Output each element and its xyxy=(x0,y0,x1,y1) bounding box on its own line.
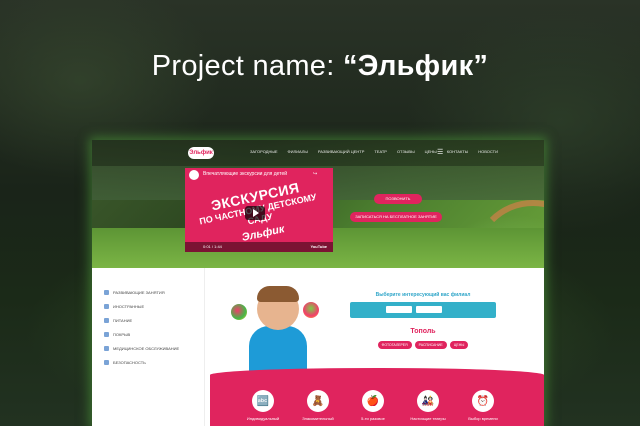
nav-item-zagorodnye[interactable]: ЗАГОРОДНЫЕ xyxy=(250,149,278,154)
sidebar-item-label: РАЗВИВАЮЩИЕ ЗАНЯТИЯ xyxy=(113,290,165,295)
apple-icon: 🍎 xyxy=(362,390,384,412)
sidebar-item-icon xyxy=(104,332,109,337)
menu-icon[interactable]: ☰ xyxy=(437,148,443,156)
nav-item-ceny[interactable]: ЦЕНЫ xyxy=(425,149,437,154)
child-photo xyxy=(231,286,319,378)
website-mockup: Эльфик ЗАГОРОДНЫЕ ФИЛИАЛЫ РАЗВИВАЮЩИЙ ЦЕ… xyxy=(92,140,544,426)
project-headline: Project name: “Эльфик” xyxy=(0,50,640,83)
nav-item-filialy[interactable]: ФИЛИАЛЫ xyxy=(288,149,308,154)
child-hair xyxy=(257,286,299,302)
site-logo[interactable]: Эльфик xyxy=(188,147,214,159)
branch-city: Тополь xyxy=(410,328,436,335)
play-button-icon[interactable] xyxy=(245,206,265,220)
free-lesson-button[interactable]: ЗАПИСАТЬСЯ НА БЕСПЛАТНОЕ ЗАНЯТИЕ xyxy=(350,212,442,222)
nav-item-novosti[interactable]: НОВОСТИ xyxy=(478,149,498,154)
sidebar-item-icon xyxy=(104,360,109,365)
branch-selector-bar xyxy=(350,302,496,318)
sidebar-item[interactable]: ПОКРЫВ xyxy=(104,332,130,337)
call-button[interactable]: ПОЗВОНИТЬ xyxy=(374,194,422,204)
youtube-logo[interactable]: YouTube xyxy=(310,244,327,249)
teddy-bear-icon: 🧸 xyxy=(307,390,329,412)
sidebar-item-icon xyxy=(104,290,109,295)
feature-label-1: Индивидуальный xyxy=(246,416,280,421)
tab-prices[interactable]: ЦЕНЫ xyxy=(449,341,469,349)
clock-icon: ⏰ xyxy=(472,390,494,412)
feature-label-5: Выбор времени xyxy=(468,416,498,421)
headline-name: “Эльфик” xyxy=(342,50,489,82)
channel-avatar xyxy=(189,170,199,180)
sidebar-item[interactable]: ИНОСТРАННЫЕ xyxy=(104,304,144,309)
sidebar-item-label: МЕДИЦИНСКОЕ ОБСЛУЖИВАНИЕ xyxy=(113,346,180,351)
doll-icon: 🎎 xyxy=(417,390,439,412)
sidebar-item[interactable]: МЕДИЦИНСКОЕ ОБСЛУЖИВАНИЕ xyxy=(104,346,179,351)
sidebar-item-icon xyxy=(104,346,109,351)
feature-label-3: 5-ти разовое xyxy=(361,416,385,421)
video-player[interactable]: Впечатляющие экскурсии для детей ↪ ЭКСКУ… xyxy=(185,168,333,252)
sidebar-item[interactable]: БЕЗОПАСНОСТЬ xyxy=(104,360,146,365)
painted-hand-left xyxy=(231,304,247,320)
sidebar-item-label: ПИТАНИЕ xyxy=(113,318,133,323)
logo-text: Эльфик xyxy=(189,150,213,156)
feature-label-4: Настоящие театры xyxy=(410,416,446,421)
video-title: Впечатляющие экскурсии для детей xyxy=(203,171,288,177)
video-time: 0:01 / 1:44 xyxy=(203,244,222,249)
sidebar-item-label: ИНОСТРАННЫЕ xyxy=(113,304,145,309)
share-icon[interactable]: ↪ xyxy=(313,171,317,177)
sidebar-item[interactable]: ПИТАНИЕ xyxy=(104,318,132,323)
nav-item-teatr[interactable]: ТЕАТР xyxy=(374,149,387,154)
branch-chip-2[interactable] xyxy=(416,306,442,313)
sidebar-menu: РАЗВИВАЮЩИЕ ЗАНЯТИЯ ИНОСТРАННЫЕ ПИТАНИЕ … xyxy=(98,268,205,426)
branch-tabs: ФОТОГАЛЕРЕЯ РАСПИСАНИЕ ЦЕНЫ xyxy=(350,341,496,349)
video-controls: 0:01 / 1:44 YouTube xyxy=(185,242,333,252)
tab-schedule[interactable]: РАСПИСАНИЕ xyxy=(414,341,447,349)
nav-item-kontakty[interactable]: КОНТАКТЫ xyxy=(447,149,469,154)
sidebar-item-label: БЕЗОПАСНОСТЬ xyxy=(113,360,146,365)
branch-panel-title: Выберите интересующий вас филиал xyxy=(375,292,471,298)
nav-item-otzyvy[interactable]: ОТЗЫВЫ xyxy=(397,149,415,154)
nav-menu: ЗАГОРОДНЫЕ ФИЛИАЛЫ РАЗВИВАЮЩИЙ ЦЕНТР ТЕА… xyxy=(250,149,498,154)
top-navigation: Эльфик ЗАГОРОДНЫЕ ФИЛИАЛЫ РАЗВИВАЮЩИЙ ЦЕ… xyxy=(92,140,544,166)
branch-panel: Выберите интересующий вас филиал Тополь … xyxy=(350,288,496,354)
sidebar-item-icon xyxy=(104,318,109,323)
nav-item-centr[interactable]: РАЗВИВАЮЩИЙ ЦЕНТР xyxy=(318,149,364,154)
sidebar-item-label: ПОКРЫВ xyxy=(113,332,131,337)
headline-prefix: Project name: xyxy=(151,50,335,82)
branch-chip-1[interactable] xyxy=(386,306,412,313)
painted-hand-right xyxy=(303,302,319,318)
hero-section: Эльфик ЗАГОРОДНЫЕ ФИЛИАЛЫ РАЗВИВАЮЩИЙ ЦЕ… xyxy=(92,140,544,268)
abc-blocks-icon: 🔤 xyxy=(252,390,274,412)
feature-label-2: Знакомительный xyxy=(302,416,334,421)
sidebar-item[interactable]: РАЗВИВАЮЩИЕ ЗАНЯТИЯ xyxy=(104,290,165,295)
tab-gallery[interactable]: ФОТОГАЛЕРЕЯ xyxy=(377,341,412,349)
sidebar-item-icon xyxy=(104,304,109,309)
